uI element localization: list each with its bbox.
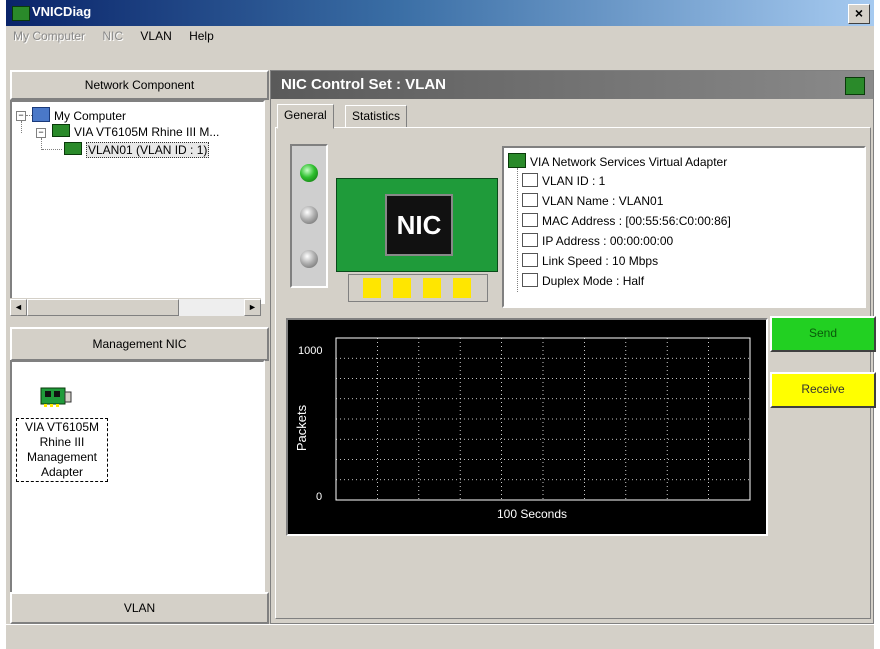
general-tab-panel: NIC VIA Network Services Virtual Adapter… bbox=[275, 127, 876, 619]
app-window: VNICDiag × My Computer NIC VLAN Help Net… bbox=[0, 0, 880, 649]
status-led-icon bbox=[300, 164, 318, 182]
scroll-right-arrow-icon[interactable]: ► bbox=[244, 299, 261, 316]
network-component-header[interactable]: Network Component bbox=[10, 70, 269, 100]
property-icon bbox=[522, 213, 538, 227]
y-tick-label: 1000 bbox=[298, 345, 322, 357]
property-icon bbox=[522, 253, 538, 267]
x-axis-label: 100 Seconds bbox=[497, 507, 567, 521]
network-tree[interactable]: − My Computer − VIA VT6105M Rhine III M.… bbox=[10, 100, 265, 304]
network-adapter-icon bbox=[845, 77, 865, 95]
property-icon bbox=[522, 273, 538, 287]
menu-my-computer[interactable]: My Computer bbox=[6, 26, 92, 46]
property-vlan-name[interactable]: VLAN Name : VLAN01 bbox=[522, 193, 663, 208]
nic-card-graphic: NIC bbox=[336, 178, 498, 272]
tree-item-nic[interactable]: VIA VT6105M Rhine III M... bbox=[52, 124, 219, 139]
property-vlan-id[interactable]: VLAN ID : 1 bbox=[522, 173, 605, 188]
network-adapter-icon[interactable] bbox=[40, 386, 72, 408]
menu-bar: My Computer NIC VLAN Help bbox=[6, 26, 874, 48]
tree-item-label: My Computer bbox=[54, 109, 127, 123]
property-duplex-mode[interactable]: Duplex Mode : Half bbox=[522, 273, 644, 288]
management-nic-panel: VIA VT6105M Rhine III Management Adapter bbox=[10, 360, 265, 596]
property-label: IP Address : 00:00:00:00 bbox=[542, 234, 674, 248]
property-ip-address[interactable]: IP Address : 00:00:00:00 bbox=[522, 233, 673, 248]
tree-root-toggle[interactable]: − bbox=[16, 111, 26, 121]
status-led-icon bbox=[300, 250, 318, 268]
close-button[interactable]: × bbox=[848, 4, 870, 24]
packet-chart: 1000 0 Packets 100 Seconds bbox=[286, 318, 768, 536]
property-label: Link Speed : 10 Mbps bbox=[542, 254, 659, 268]
adapter-label-line: Rhine III bbox=[39, 435, 85, 449]
tree-item-my-computer[interactable]: My Computer bbox=[32, 107, 126, 123]
pin bbox=[393, 278, 411, 298]
app-icon bbox=[12, 6, 30, 21]
menu-vlan[interactable]: VLAN bbox=[133, 26, 178, 46]
property-mac-address[interactable]: MAC Address : [00:55:56:C0:00:86] bbox=[522, 213, 731, 228]
nic-chip-label: NIC bbox=[385, 194, 453, 256]
vlan-adapter-icon bbox=[64, 142, 82, 155]
nic-control-pane: NIC Control Set : VLAN General Statistic… bbox=[270, 70, 876, 624]
vlan-footer-button[interactable]: VLAN bbox=[10, 592, 269, 624]
control-title: NIC Control Set : VLAN bbox=[281, 76, 446, 93]
property-label: VLAN Name : VLAN01 bbox=[542, 194, 664, 208]
adapter-label-line: Adapter bbox=[40, 465, 84, 479]
property-label: Duplex Mode : Half bbox=[542, 274, 645, 288]
tree-item-label: VLAN01 (VLAN ID : 1) bbox=[86, 142, 210, 158]
property-icon bbox=[522, 233, 538, 247]
client-area: Network Component − My Computer − VIA VT… bbox=[6, 48, 876, 649]
tree-connector bbox=[42, 149, 62, 150]
window-title: VNICDiag bbox=[32, 4, 92, 19]
property-icon bbox=[522, 193, 538, 207]
adapter-label-line: Management bbox=[26, 450, 98, 464]
menu-help[interactable]: Help bbox=[182, 26, 221, 46]
title-bar: VNICDiag × bbox=[6, 0, 874, 26]
tree-connector bbox=[21, 121, 22, 133]
computer-icon bbox=[32, 107, 50, 122]
scroll-left-arrow-icon[interactable]: ◄ bbox=[10, 299, 27, 316]
send-button[interactable]: Send bbox=[770, 316, 876, 352]
pin bbox=[423, 278, 441, 298]
property-link-speed[interactable]: Link Speed : 10 Mbps bbox=[522, 253, 658, 268]
adapter-label-line: VIA VT6105M bbox=[24, 420, 100, 434]
pin bbox=[453, 278, 471, 298]
y-tick-label: 0 bbox=[316, 491, 322, 503]
virtual-adapter-icon bbox=[508, 153, 526, 168]
control-title-bar: NIC Control Set : VLAN bbox=[271, 71, 873, 99]
management-nic-header[interactable]: Management NIC bbox=[10, 327, 269, 361]
tree-horizontal-scrollbar[interactable]: ◄ ► bbox=[10, 298, 261, 316]
pin bbox=[363, 278, 381, 298]
status-bar bbox=[6, 624, 874, 649]
property-label: VLAN ID : 1 bbox=[542, 174, 606, 188]
adapter-properties-tree[interactable]: VIA Network Services Virtual Adapter VLA… bbox=[502, 146, 866, 308]
receive-button[interactable]: Receive bbox=[770, 372, 876, 408]
tree-item-label: VIA VT6105M Rhine III M... bbox=[74, 125, 220, 139]
packet-chart-svg: 1000 0 Packets 100 Seconds bbox=[294, 337, 751, 521]
properties-root[interactable]: VIA Network Services Virtual Adapter bbox=[508, 153, 727, 169]
tree-item-vlan01[interactable]: VLAN01 (VLAN ID : 1) bbox=[64, 142, 210, 158]
properties-root-label: VIA Network Services Virtual Adapter bbox=[530, 155, 728, 169]
menu-nic[interactable]: NIC bbox=[95, 26, 130, 46]
status-led-icon bbox=[300, 206, 318, 224]
y-axis-label: Packets bbox=[294, 404, 309, 451]
property-icon bbox=[522, 173, 538, 187]
chart-grid bbox=[336, 338, 750, 500]
tree-child-toggle[interactable]: − bbox=[36, 128, 46, 138]
tab-general[interactable]: General bbox=[277, 104, 334, 129]
nic-connector-pins bbox=[348, 274, 488, 302]
tab-statistics[interactable]: Statistics bbox=[345, 105, 408, 128]
management-adapter-label[interactable]: VIA VT6105M Rhine III Management Adapter bbox=[16, 418, 108, 482]
led-panel bbox=[290, 144, 328, 288]
network-card-icon bbox=[52, 124, 70, 137]
scroll-thumb[interactable] bbox=[27, 299, 179, 316]
tree-connector bbox=[517, 168, 518, 292]
property-label: MAC Address : [00:55:56:C0:00:86] bbox=[542, 214, 731, 228]
